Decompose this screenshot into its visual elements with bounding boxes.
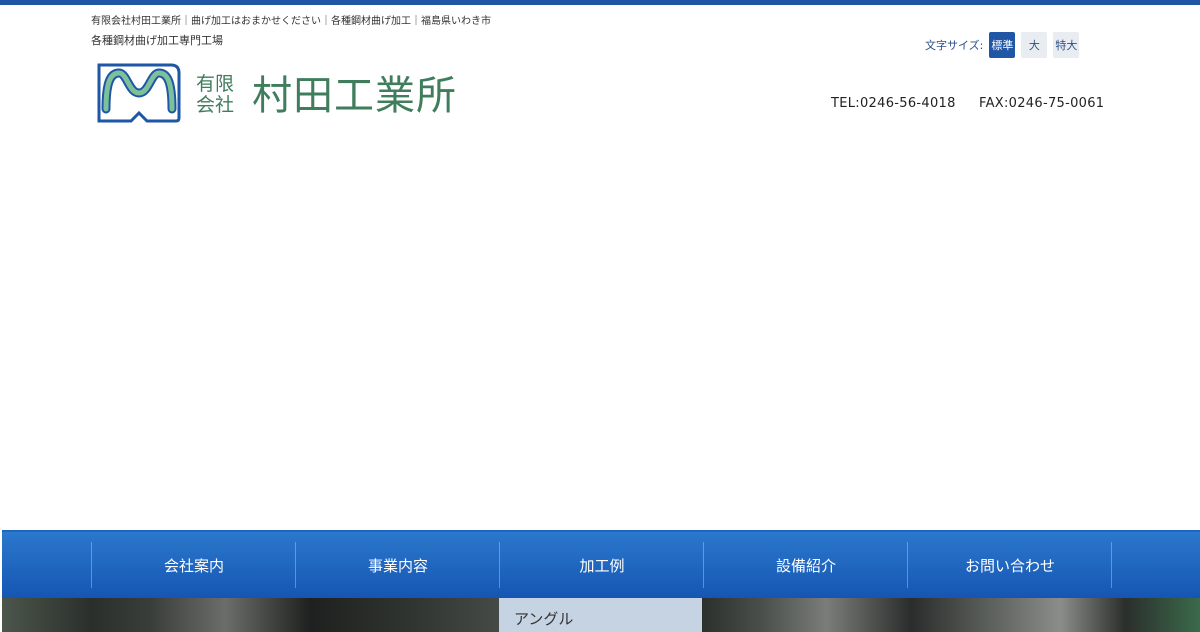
nav-item-company[interactable]: 会社案内 (92, 532, 296, 598)
nav-item-business[interactable]: 事業内容 (296, 532, 500, 598)
font-size-extra-large-button[interactable]: 特大 (1053, 32, 1080, 58)
site-tagline: 有限会社村田工業所｜曲げ加工はおまかせください｜各種鋼材曲げ加工｜福島県いわき市 (91, 16, 491, 27)
global-navigation: 会社案内 事業内容 加工例 設備紹介 お問い合わせ (2, 530, 1200, 598)
nav-item-equipment[interactable]: 設備紹介 (704, 532, 908, 598)
logo-company-type: 有限 会社 (196, 74, 242, 116)
font-size-large-button[interactable]: 大 (1021, 32, 1048, 58)
banner-caption-panel[interactable]: アングル (499, 598, 702, 632)
phone-number: TEL:0246-56-4018 (831, 96, 956, 111)
company-logo-icon[interactable] (97, 63, 181, 123)
nav-item-examples[interactable]: 加工例 (500, 532, 704, 598)
logo-company-type-top: 有限 (196, 73, 235, 95)
logo-company-name[interactable]: 村田工業所 (252, 73, 457, 119)
nav-item-contact[interactable]: お問い合わせ (908, 532, 1112, 598)
font-size-standard-button[interactable]: 標準 (989, 32, 1016, 58)
banner-photo-right[interactable] (702, 598, 1200, 632)
top-accent-bar (0, 0, 1200, 5)
banner-photo-left[interactable] (2, 598, 499, 632)
banner-caption: アングル (514, 610, 574, 628)
site-subtitle: 各種鋼材曲げ加工専門工場 (91, 34, 223, 47)
logo-company-type-bottom: 会社 (196, 94, 235, 116)
nav-divider (1111, 542, 1112, 588)
font-size-label: 文字サイズ: (925, 39, 984, 52)
fax-number: FAX:0246-75-0061 (979, 96, 1105, 111)
font-size-switcher: 文字サイズ: 標準 大 特大 (925, 32, 1085, 58)
